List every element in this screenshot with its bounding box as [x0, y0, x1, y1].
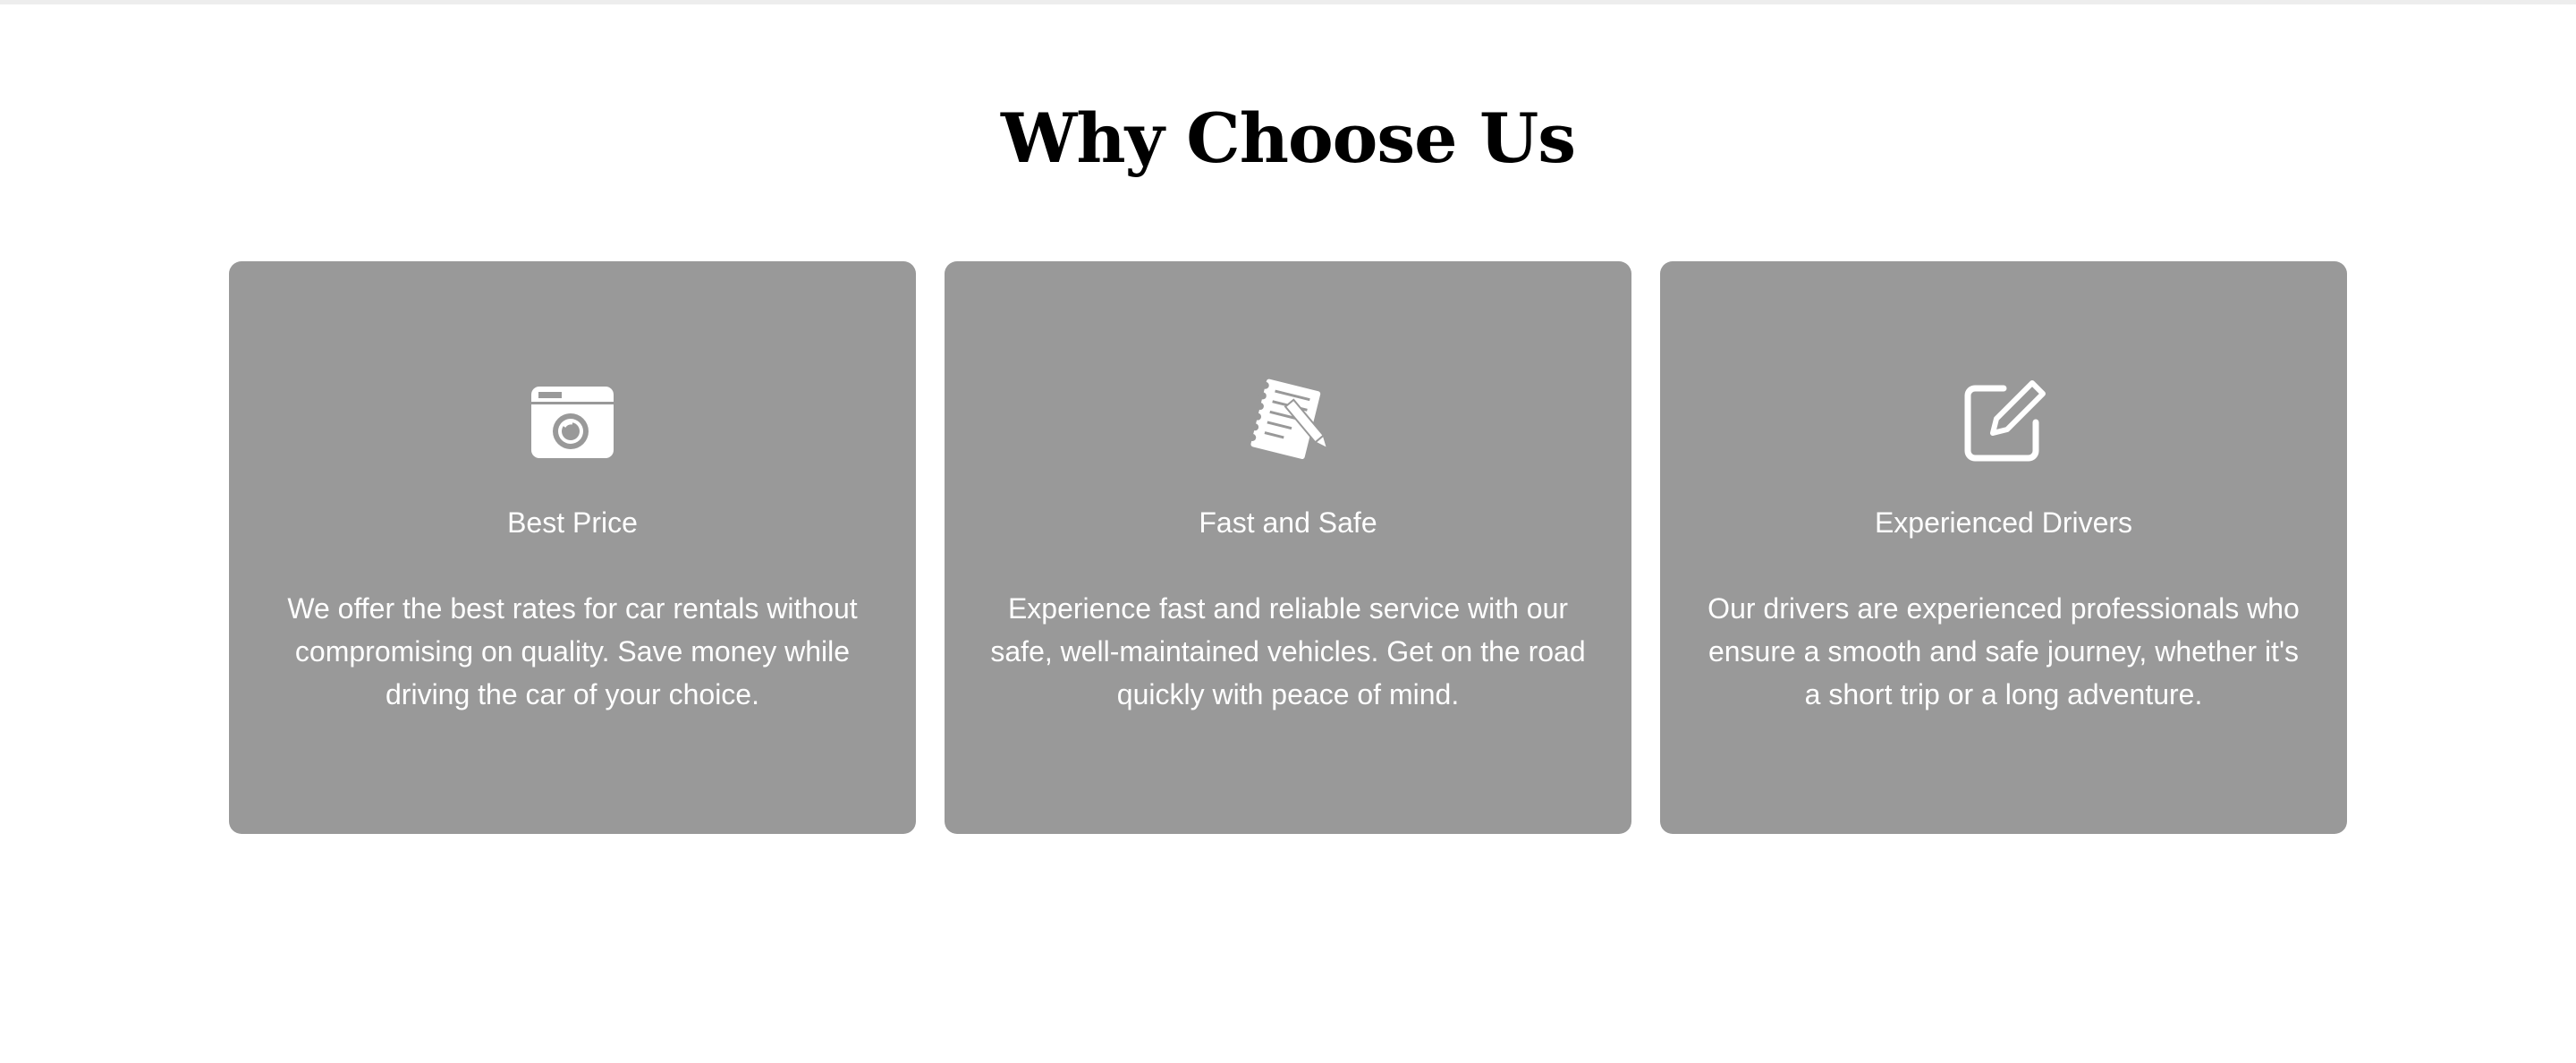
feature-card-fast-and-safe: Fast and Safe Experience fast and reliab… — [945, 261, 1631, 834]
feature-description: We offer the best rates for car rentals … — [287, 592, 858, 710]
feature-description: Experience fast and reliable service wit… — [990, 592, 1586, 710]
features-grid: Best Price We offer the best rates for c… — [229, 261, 2347, 834]
feature-description: Our drivers are experienced professional… — [1707, 592, 2300, 710]
top-divider — [0, 0, 2576, 4]
feature-card-experienced-drivers: Experienced Drivers Our drivers are expe… — [1660, 261, 2347, 834]
feature-title: Fast and Safe — [1199, 506, 1377, 539]
feature-card-best-price: Best Price We offer the best rates for c… — [229, 261, 916, 834]
section-title: Why Choose Us — [1000, 98, 1576, 178]
camera-icon — [526, 374, 619, 467]
notepad-pencil-icon — [1241, 374, 1335, 467]
edit-square-icon — [1957, 374, 2050, 467]
feature-title: Experienced Drivers — [1874, 506, 2133, 539]
feature-title: Best Price — [507, 506, 638, 539]
